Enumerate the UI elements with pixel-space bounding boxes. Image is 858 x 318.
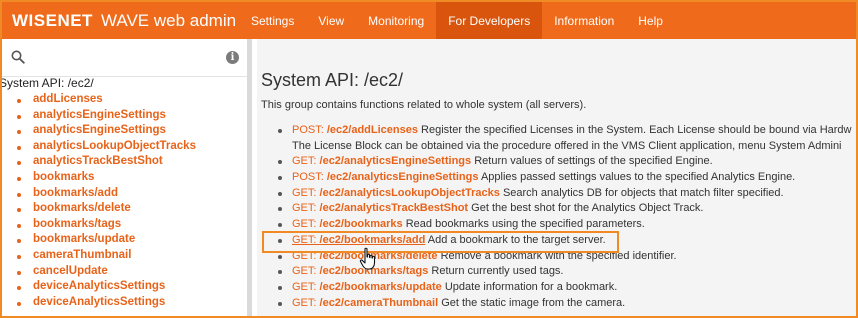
api-method: GET: xyxy=(292,296,317,309)
sidebar-item[interactable]: bookmarks/tags xyxy=(17,218,196,234)
api-method: POST: xyxy=(292,124,324,136)
nav-settings[interactable]: Settings xyxy=(239,2,306,39)
nav-monitoring[interactable]: Monitoring xyxy=(356,2,436,39)
sidebar-item[interactable]: analyticsEngineSettings xyxy=(17,109,196,125)
page-title: System API: /ec2/ xyxy=(261,70,404,90)
brand-title: WAVE web admin xyxy=(100,10,237,30)
api-function-item: POST: /ec2/addLicenses Register the spec… xyxy=(271,124,856,140)
api-description: Return values of settings of the specifi… xyxy=(474,155,713,168)
api-method: GET: xyxy=(292,265,317,278)
api-method: GET: xyxy=(292,218,317,231)
sidebar: i System API: /ec2/ addLicenses analytic… xyxy=(2,39,252,316)
api-path: /ec2/bookmarks/update xyxy=(319,280,442,293)
sidebar-item[interactable]: bookmarks xyxy=(17,171,196,187)
api-description: Get the best shot for the Analytics Obje… xyxy=(471,202,704,215)
brand-logo: WISENET xyxy=(12,10,93,30)
sidebar-heading: System API: /ec2/ xyxy=(2,76,94,90)
search-icon xyxy=(11,50,25,64)
api-function-link[interactable]: GET: /ec2/analyticsTrackBestShot xyxy=(292,202,468,214)
app-window: WISENET WAVE web admin Settings View Mon… xyxy=(0,0,858,318)
highlight-box xyxy=(262,231,619,253)
search-input[interactable] xyxy=(32,47,212,67)
sidebar-item[interactable]: bookmarks/update xyxy=(17,233,196,249)
api-description: The License Block can be obtained via th… xyxy=(292,139,842,152)
api-path: /ec2/analyticsLookupObjectTracks xyxy=(319,186,500,199)
api-description: Return currently used tags. xyxy=(431,265,564,278)
api-function-item: GET: /ec2/cameraThumbnail Get the static… xyxy=(271,297,856,313)
sidebar-list: addLicenses analyticsEngineSettings anal… xyxy=(17,93,196,311)
api-function-link[interactable]: POST: /ec2/addLicenses xyxy=(292,124,418,136)
api-path: /ec2/bookmarks xyxy=(319,218,403,231)
nav-for-developers[interactable]: For Developers xyxy=(436,2,543,39)
nav-view[interactable]: View xyxy=(306,2,356,39)
sidebar-item[interactable]: deviceAnalyticsSettings xyxy=(17,296,196,312)
top-navbar: WISENET WAVE web admin Settings View Mon… xyxy=(2,2,856,39)
api-description: Get the static image from the camera. xyxy=(441,296,626,309)
search-row: i xyxy=(2,39,247,77)
api-function-item: POST: /ec2/analyticsEngineSettings Appli… xyxy=(271,171,856,187)
sidebar-item[interactable]: cancelUpdate xyxy=(17,265,196,281)
sidebar-item[interactable]: addLicenses xyxy=(17,93,196,109)
api-function-item: GET: /ec2/analyticsEngineSettings Return… xyxy=(271,155,856,171)
api-function-link[interactable]: GET: /ec2/analyticsLookupObjectTracks xyxy=(292,187,500,199)
api-method: GET: xyxy=(292,155,317,168)
api-description: Search analytics DB for objects that mat… xyxy=(502,186,784,199)
api-description: Register the specified Licenses in the S… xyxy=(421,124,852,136)
api-path: /ec2/addLicenses xyxy=(326,124,418,136)
api-function-link[interactable]: GET: /ec2/analyticsEngineSettings xyxy=(292,155,471,167)
api-function-link[interactable]: GET: /ec2/bookmarks xyxy=(292,218,403,230)
api-description: Update information for a bookmark. xyxy=(444,280,618,293)
api-path: /ec2/analyticsEngineSettings xyxy=(326,171,479,184)
api-path: /ec2/analyticsTrackBestShot xyxy=(319,202,469,215)
sidebar-item[interactable]: analyticsEngineSettings xyxy=(17,124,196,140)
page-description: This group contains functions related to… xyxy=(261,99,587,111)
api-function-list: POST: /ec2/addLicenses Register the spec… xyxy=(271,124,856,312)
api-path: /ec2/analyticsEngineSettings xyxy=(319,155,472,168)
api-function-continuation: The License Block can be obtained via th… xyxy=(271,140,856,156)
sidebar-item[interactable]: cameraThumbnail xyxy=(17,249,196,265)
nav-information[interactable]: Information xyxy=(542,2,626,39)
sidebar-item[interactable]: bookmarks/add xyxy=(17,187,196,203)
main-content: System API: /ec2/ This group contains fu… xyxy=(257,39,856,316)
sidebar-item[interactable]: deviceAnalyticsSettings xyxy=(17,280,196,296)
api-method: GET: xyxy=(292,186,317,199)
api-function-item: GET: /ec2/analyticsLookupObjectTracks Se… xyxy=(271,187,856,203)
sidebar-item[interactable]: analyticsLookupObjectTracks xyxy=(17,140,196,156)
api-description: Read bookmarks using the specified param… xyxy=(405,218,645,231)
info-icon[interactable]: i xyxy=(226,51,239,64)
api-method: GET: xyxy=(292,280,317,293)
api-function-item: GET: /ec2/bookmarks/update Update inform… xyxy=(271,281,856,297)
sidebar-item[interactable]: bookmarks/delete xyxy=(17,202,196,218)
api-function-link[interactable]: POST: /ec2/analyticsEngineSettings xyxy=(292,171,478,183)
api-function-link[interactable]: GET: /ec2/bookmarks/update xyxy=(292,281,442,293)
api-function-link[interactable]: GET: /ec2/cameraThumbnail xyxy=(292,297,438,309)
api-description: Applies passed settings values to the sp… xyxy=(480,171,796,184)
api-method: POST: xyxy=(292,171,324,184)
hand-pointer-icon xyxy=(359,247,376,270)
api-path: /ec2/cameraThumbnail xyxy=(319,296,439,309)
brand[interactable]: WISENET WAVE web admin xyxy=(2,2,239,39)
sidebar-item[interactable]: analyticsTrackBestShot xyxy=(17,155,196,171)
api-function-item: GET: /ec2/analyticsTrackBestShot Get the… xyxy=(271,202,856,218)
api-method: GET: xyxy=(292,202,317,215)
nav-help[interactable]: Help xyxy=(626,2,675,39)
